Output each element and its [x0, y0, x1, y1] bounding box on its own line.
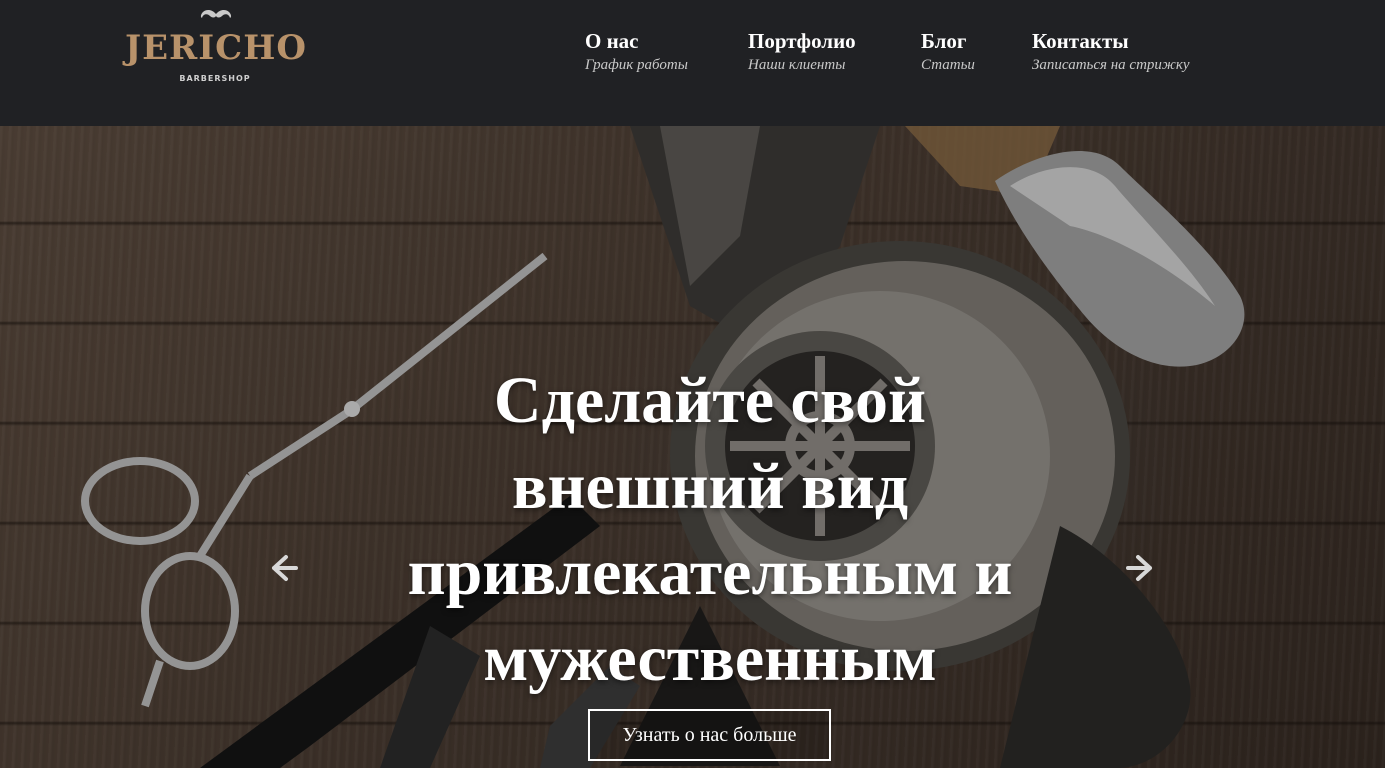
nav-subtitle: График работы [585, 57, 688, 73]
nav-subtitle: Статьи [921, 57, 975, 73]
nav-item-portfolio[interactable]: Портфолио Наши клиенты [748, 28, 856, 76]
nav-title: О нас [585, 29, 639, 53]
hero-headline: Сделайте свой внешний вид привлекательны… [407, 364, 1013, 695]
brand-tagline: BARBERSHOP [179, 74, 251, 83]
nav-title: Портфолио [748, 29, 856, 53]
nav-title: Блог [921, 29, 967, 53]
mustache-icon [200, 9, 232, 18]
arrow-right-icon[interactable] [1124, 551, 1158, 585]
nav-item-about[interactable]: О нас График работы [585, 28, 688, 76]
brand-name: JERICHO [125, 28, 307, 68]
hero-slider: Сделайте свой внешний вид привлекательны… [0, 126, 1385, 768]
site-header: JERICHO BARBERSHOP О нас График работы П… [0, 0, 1385, 126]
site-logo[interactable]: JERICHO BARBERSHOP [120, 6, 310, 92]
arrow-left-icon[interactable] [266, 551, 300, 585]
nav-item-contacts[interactable]: Контакты Записаться на стрижку [1032, 28, 1190, 76]
nav-subtitle: Наши клиенты [748, 57, 846, 73]
nav-subtitle: Записаться на стрижку [1032, 57, 1190, 73]
learn-more-button[interactable]: Узнать о нас больше [588, 709, 831, 761]
nav-item-blog[interactable]: Блог Статьи [921, 28, 975, 76]
nav-title: Контакты [1032, 29, 1129, 53]
